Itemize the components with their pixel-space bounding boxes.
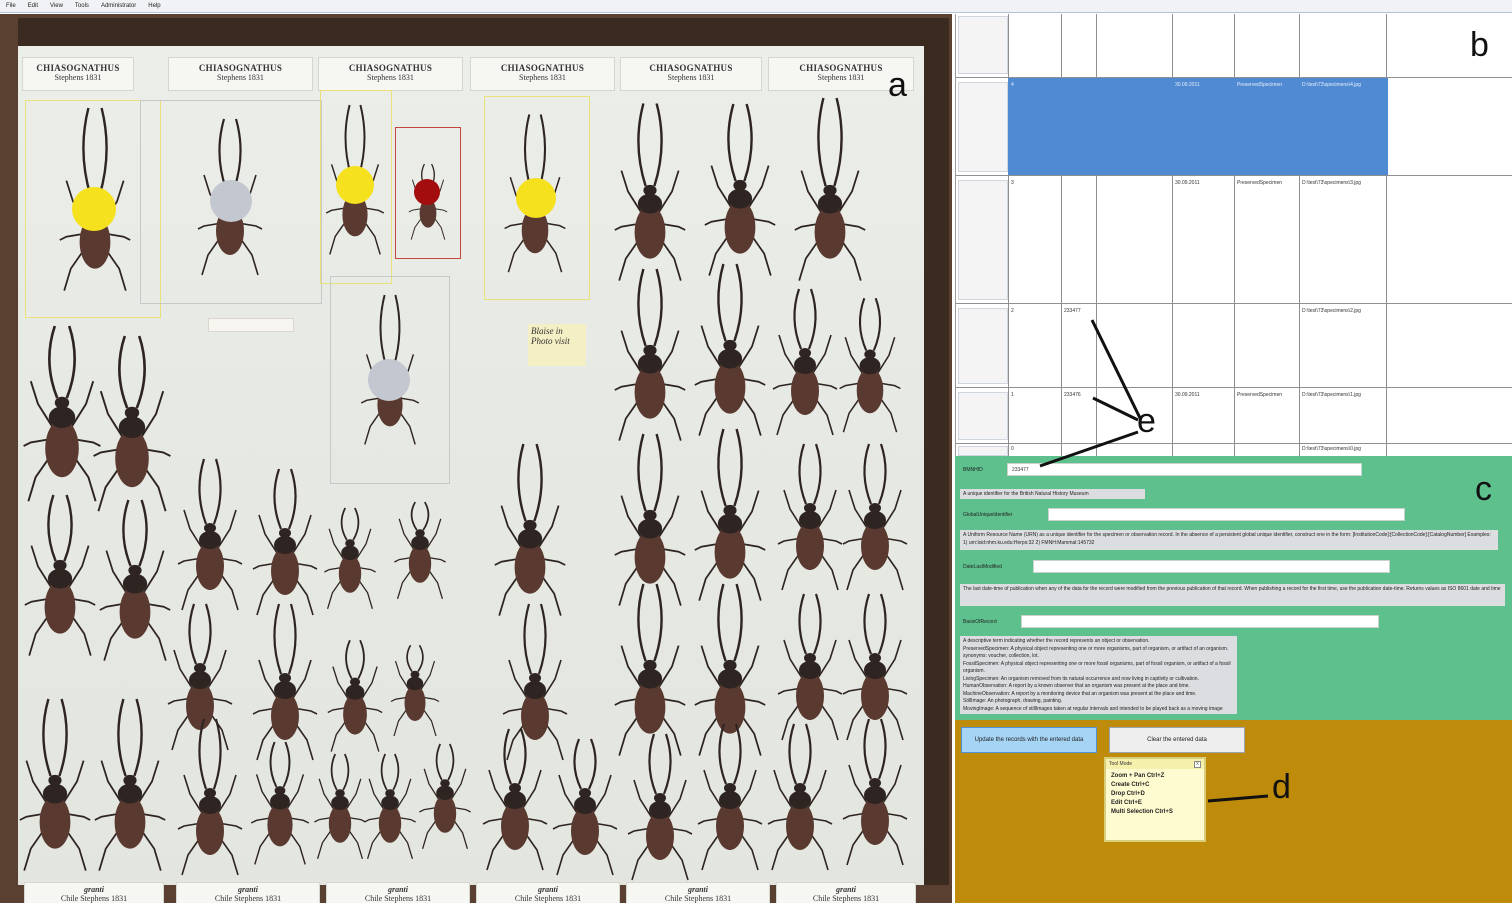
figure-letter-e: e <box>1137 402 1156 440</box>
callout-line-e <box>1039 430 1139 468</box>
callout-lines-layer <box>1039 319 1269 803</box>
app-window: File Edit View Tools Administrator Help … <box>0 0 1512 903</box>
callout-line-d <box>1207 794 1269 803</box>
callout-line-e <box>1090 319 1142 419</box>
